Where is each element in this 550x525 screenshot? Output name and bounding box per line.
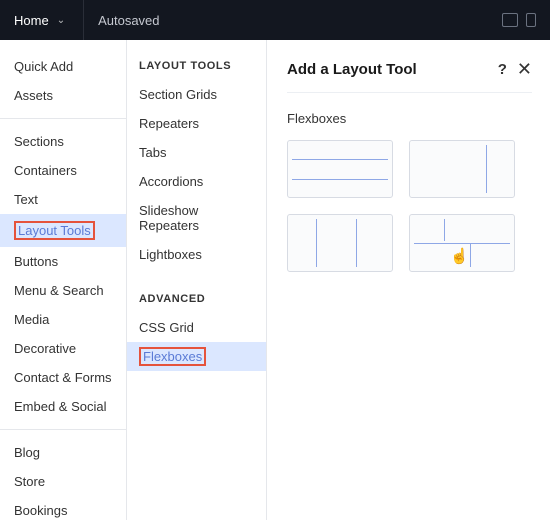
home-dropdown[interactable]: Home ⌄ [14,0,84,40]
flexbox-presets: ☝ [287,140,532,272]
subitem-slideshow-repeaters[interactable]: Slideshow Repeaters [127,196,266,240]
sidebar-item-media[interactable]: Media [0,305,126,334]
sidebar-item-contact-forms[interactable]: Contact & Forms [0,363,126,392]
sidebar-item-buttons[interactable]: Buttons [0,247,126,276]
add-panel-sidebar: Quick AddAssets SectionsContainersTextLay… [0,40,127,520]
home-label: Home [14,13,49,28]
panel-subtitle: Flexboxes [287,93,532,140]
subitem-tabs[interactable]: Tabs [127,138,266,167]
subitem-repeaters[interactable]: Repeaters [127,109,266,138]
panel-title: Add a Layout Tool [287,61,417,78]
main-area: Quick AddAssets SectionsContainersTextLay… [0,40,550,520]
subitem-lightboxes[interactable]: Lightboxes [127,240,266,269]
section-header: LAYOUT TOOLS [127,60,266,80]
cursor-pointer-icon: ☝ [450,247,469,265]
sidebar-item-decorative[interactable]: Decorative [0,334,126,363]
autosave-status: Autosaved [84,13,159,28]
flexbox-preset-right-col[interactable] [409,140,515,198]
subitem-css-grid[interactable]: CSS Grid [127,313,266,342]
sidebar-item-sections[interactable]: Sections [0,127,126,156]
sidebar-item-quick-add[interactable]: Quick Add [0,52,126,81]
sidebar-item-assets[interactable]: Assets [0,81,126,110]
layout-tools-list: LAYOUT TOOLSSection GridsRepeatersTabsAc… [127,40,267,520]
sidebar-item-containers[interactable]: Containers [0,156,126,185]
flexbox-preset-rows[interactable] [287,140,393,198]
top-bar: Home ⌄ Autosaved [0,0,550,40]
add-layout-tool-panel: Add a Layout Tool ? ✕ Flexboxes ☝ [267,40,550,520]
sidebar-item-layout-tools[interactable]: Layout Tools [0,214,126,247]
help-icon[interactable]: ? [498,61,507,78]
chevron-down-icon: ⌄ [57,15,65,26]
mobile-view-icon[interactable] [526,13,536,27]
subitem-section-grids[interactable]: Section Grids [127,80,266,109]
subitem-accordions[interactable]: Accordions [127,167,266,196]
sidebar-item-menu-search[interactable]: Menu & Search [0,276,126,305]
sidebar-item-blog[interactable]: Blog [0,438,126,467]
flexbox-preset-grid[interactable]: ☝ [409,214,515,272]
sidebar-item-embed-social[interactable]: Embed & Social [0,392,126,421]
sidebar-item-text[interactable]: Text [0,185,126,214]
section-header: ADVANCED [127,293,266,313]
flexbox-preset-cols[interactable] [287,214,393,272]
desktop-view-icon[interactable] [502,13,518,27]
sidebar-item-bookings[interactable]: Bookings [0,496,126,525]
subitem-flexboxes[interactable]: Flexboxes [127,342,266,371]
close-icon[interactable]: ✕ [517,60,532,78]
sidebar-item-store[interactable]: Store [0,467,126,496]
